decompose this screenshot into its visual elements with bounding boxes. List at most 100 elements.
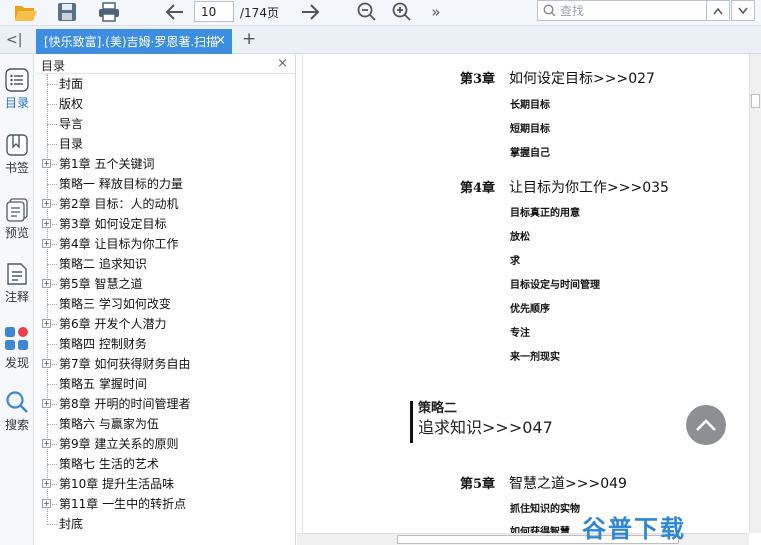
- toc-item-label: 目录: [59, 137, 84, 151]
- search-box[interactable]: [537, 0, 707, 21]
- rail-item-search[interactable]: 搜索: [0, 390, 34, 448]
- toc-item[interactable]: 版权: [35, 94, 296, 114]
- next-page-button[interactable]: [296, 0, 324, 24]
- open-file-button[interactable]: [12, 0, 40, 24]
- vertical-scrollbar[interactable]: [749, 54, 761, 533]
- toc-item[interactable]: 策略四 控制财务: [35, 334, 296, 354]
- toc-item-label: 第7章 如何获得财务自由: [59, 357, 191, 371]
- folder-icon: [15, 6, 37, 21]
- expand-toggle-icon[interactable]: +: [42, 219, 51, 228]
- chapter-number: 第3章: [460, 72, 496, 87]
- expand-toggle-icon[interactable]: +: [42, 499, 51, 508]
- toc-item[interactable]: + 第3章 如何设定目标: [35, 214, 296, 234]
- subsection-line: 如何获得智慧: [510, 527, 570, 533]
- back-to-top-button[interactable]: [686, 405, 726, 445]
- rail-label: 预览: [4, 226, 29, 240]
- toc-item[interactable]: + 第1章 五个关键词: [35, 154, 296, 174]
- toc-item-label: 策略一 释放目标的力量: [59, 177, 183, 191]
- save-button[interactable]: [53, 0, 81, 24]
- expand-toggle-icon[interactable]: +: [42, 399, 51, 408]
- toc-item-label: 封面: [59, 77, 84, 91]
- expand-toggle-icon[interactable]: +: [42, 159, 51, 168]
- rail-item-discover[interactable]: 发现: [0, 326, 34, 384]
- more-tools-button[interactable]: »: [422, 0, 450, 24]
- tree-connector: [47, 304, 57, 305]
- chevron-up-icon: [696, 419, 716, 431]
- collapse-sidebar-button[interactable]: <|: [6, 32, 22, 48]
- toc-item-label: 第11章 一生中的转折点: [59, 497, 187, 511]
- rail-label: 书签: [4, 161, 29, 175]
- toc-icon: [5, 68, 29, 92]
- prev-page-button[interactable]: [161, 0, 189, 24]
- expand-toggle-icon[interactable]: +: [42, 239, 51, 248]
- search-input[interactable]: [560, 3, 700, 18]
- toc-item[interactable]: + 第11章 一生中的转折点: [35, 494, 296, 514]
- toc-item-label: 策略六 与赢家为伍: [59, 417, 159, 431]
- toc-item-label: 策略五 掌握时间: [59, 377, 147, 391]
- toc-item-label: 第8章 开明的时间管理者: [59, 397, 191, 411]
- tab-close-button[interactable]: ×: [215, 34, 226, 47]
- vertical-scroll-thumb[interactable]: [751, 94, 760, 108]
- expand-toggle-icon[interactable]: +: [42, 359, 51, 368]
- toc-item[interactable]: + 第5章 智慧之道: [35, 274, 296, 294]
- rail-item-toc[interactable]: 目录: [0, 68, 34, 126]
- expand-toggle-icon[interactable]: +: [42, 479, 51, 488]
- subsection-line: 来一剂现实: [510, 352, 560, 363]
- tree-connector: [47, 184, 57, 185]
- toc-item[interactable]: + 第9章 建立关系的原则: [35, 434, 296, 454]
- save-icon: [58, 3, 76, 21]
- toc-item[interactable]: 导言: [35, 114, 296, 134]
- printer-icon: [99, 2, 119, 22]
- tree-connector: [47, 384, 57, 385]
- rail-item-annotation[interactable]: 注释: [0, 262, 34, 320]
- toc-item[interactable]: 策略二 追求知识: [35, 254, 296, 274]
- discover-icon: [5, 327, 28, 350]
- toc-item-label: 策略四 控制财务: [59, 337, 147, 351]
- toc-item[interactable]: + 第2章 目标：人的动机: [35, 194, 296, 214]
- toc-item[interactable]: 目录: [35, 134, 296, 154]
- expand-toggle-icon[interactable]: +: [42, 319, 51, 328]
- page-number-input[interactable]: [194, 1, 234, 22]
- zoom-out-button[interactable]: [353, 0, 381, 24]
- rail-label: 目录: [4, 96, 29, 110]
- toc-list: 封面版权 导言目录 + 第1章 五个关键词策略一 释放目标的力量 + 第2章 目标：人的动…: [35, 74, 296, 534]
- rail-item-preview[interactable]: 预览: [0, 198, 34, 256]
- toc-item-label: 第5章 智慧之道: [59, 277, 143, 291]
- expand-toggle-icon[interactable]: +: [42, 279, 51, 288]
- side-rail: 目录 书签 预览 注释 发现 搜索: [0, 54, 34, 545]
- search-next-button[interactable]: [731, 0, 755, 21]
- arrow-left-icon: [165, 4, 183, 20]
- toc-item[interactable]: 策略七 生活的艺术: [35, 454, 296, 474]
- toc-close-button[interactable]: ×: [277, 56, 288, 71]
- toc-item[interactable]: + 第4章 让目标为你工作: [35, 234, 296, 254]
- toc-item-label: 策略二 追求知识: [59, 257, 147, 271]
- toc-item[interactable]: 策略一 释放目标的力量: [35, 174, 296, 194]
- toc-item[interactable]: + 第10章 提升生活品味: [35, 474, 296, 494]
- zoom-in-button[interactable]: [388, 0, 416, 24]
- document-viewport[interactable]: 第3章 如何设定目标>>>027 长期目标 短期目标 掌握自己 第4章 让目标为你工…: [297, 54, 749, 533]
- expand-toggle-icon[interactable]: +: [42, 199, 51, 208]
- page-total-label: /174页: [240, 6, 279, 20]
- toc-item[interactable]: 封面: [35, 74, 296, 94]
- toc-item[interactable]: + 第8章 开明的时间管理者: [35, 394, 296, 414]
- toc-item-label: 封底: [59, 517, 84, 531]
- tree-connector: [47, 264, 57, 265]
- toc-item-label: 第10章 提升生活品味: [59, 477, 175, 491]
- search-prev-button[interactable]: [706, 0, 730, 21]
- document-tab[interactable]: [快乐致富].(美)吉姆·罗恩著.扫描 ×: [36, 29, 232, 54]
- toc-title: 目录: [41, 59, 66, 73]
- chapter-5-heading: 第5章 智慧之道>>>049: [460, 473, 627, 493]
- toc-item[interactable]: + 第7章 如何获得财务自由: [35, 354, 296, 374]
- new-tab-button[interactable]: +: [242, 31, 256, 48]
- tree-connector: [47, 144, 57, 145]
- toc-item[interactable]: 策略三 学习如何改变: [35, 294, 296, 314]
- chapter-title: 让目标为你工作>>>035: [509, 180, 669, 196]
- expand-toggle-icon[interactable]: +: [42, 439, 51, 448]
- rail-item-bookmark[interactable]: 书签: [0, 133, 34, 191]
- toc-item[interactable]: 封底: [35, 514, 296, 534]
- toc-item[interactable]: 策略六 与赢家为伍: [35, 414, 296, 434]
- toc-item[interactable]: + 第6章 开发个人潜力: [35, 314, 296, 334]
- toc-item[interactable]: 策略五 掌握时间: [35, 374, 296, 394]
- rail-label: 发现: [4, 356, 29, 370]
- print-button[interactable]: [95, 0, 123, 24]
